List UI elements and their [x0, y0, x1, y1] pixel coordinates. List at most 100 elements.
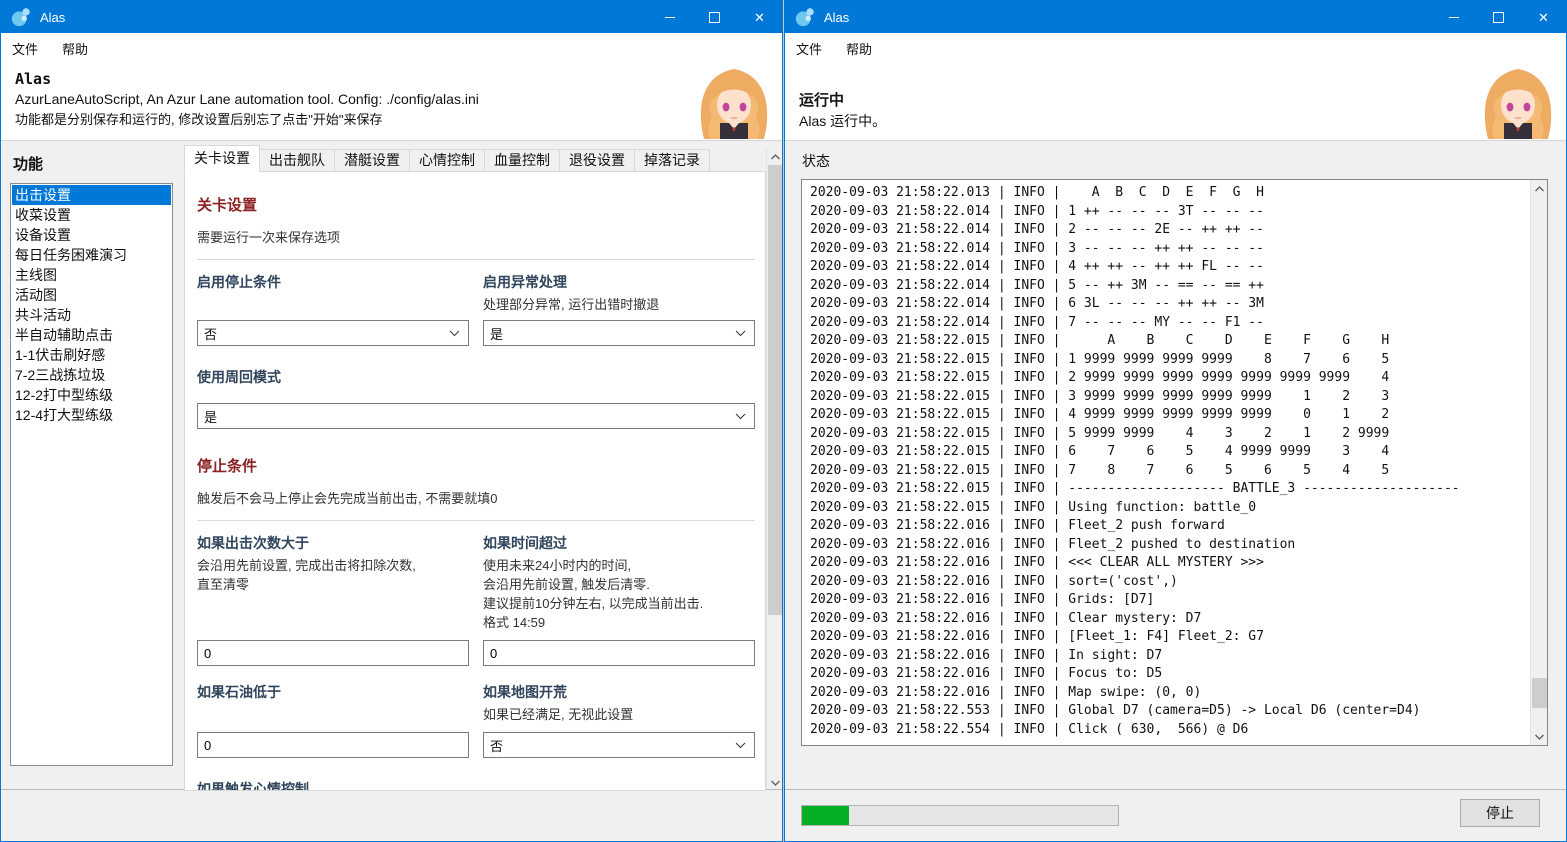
footer-bar: 关闭 开始	[1, 789, 782, 841]
avatar	[1480, 65, 1556, 139]
section-title: 关卡设置	[197, 197, 258, 214]
sidebar-item[interactable]: 共斗活动	[12, 305, 171, 325]
window-title: Alas	[824, 9, 850, 25]
titlebar[interactable]: Alas ✕	[785, 1, 1566, 33]
maximize-icon	[709, 11, 720, 23]
log-line: 2020-09-03 21:58:22.016 | INFO | sort=('…	[810, 573, 1178, 589]
field-enable-exception: 启用异常处理 处理部分异常, 运行出错时撤退 是	[483, 273, 755, 346]
scrollbar-thumb[interactable]	[768, 165, 782, 615]
if-oil-input[interactable]	[197, 732, 469, 758]
log-line: 2020-09-03 21:58:22.016 | INFO | Fleet_2…	[810, 536, 1296, 552]
field-if-oil: 如果石油低于	[197, 683, 469, 758]
stop-button[interactable]: 停止	[1460, 799, 1540, 827]
form-row: 启用停止条件 否 启用异常处理 处理部分异常, 运行出错时撤退 是	[197, 273, 755, 346]
tab[interactable]: 心情控制	[409, 149, 485, 172]
app-note: 功能都是分别保存和运行的, 修改设置后别忘了点击"开始"来保存	[15, 112, 383, 127]
sidebar-item[interactable]: 1-1伏击刷好感	[12, 345, 171, 365]
field-desc: 处理部分异常, 运行出错时撤退	[483, 297, 660, 312]
minimize-icon	[664, 16, 675, 18]
log-line: 2020-09-03 21:58:22.016 | INFO | Map swi…	[810, 684, 1202, 700]
sidebar-item[interactable]: 主线图	[12, 265, 171, 285]
selected-value: 否	[204, 326, 218, 342]
log-line: 2020-09-03 21:58:22.016 | INFO | Clear m…	[810, 610, 1202, 626]
field-label: 如果石油低于	[197, 684, 281, 700]
tab[interactable]: 退役设置	[559, 149, 635, 172]
field-if-mood: 如果触发心情控制 若是, 等待回复, 完成本次, 停止	[197, 780, 755, 790]
menu-help[interactable]: 帮助	[62, 39, 88, 58]
log-line: 2020-09-03 21:58:22.015 | INFO | 4 9999 …	[810, 407, 1390, 422]
enable-stop-select[interactable]: 否	[197, 320, 469, 346]
form-row: 如果石油低于 如果地图开荒 如果已经满足, 无视此设置 否	[197, 683, 755, 758]
field-label: 如果出击次数大于	[197, 535, 309, 551]
log-line: 2020-09-03 21:58:22.015 | INFO | 2 9999 …	[810, 370, 1390, 385]
desktop: Alas ✕ 文件 帮助 Alas AzurLaneAutoScript, An…	[0, 0, 1567, 842]
settings-scrollbar[interactable]	[766, 148, 782, 791]
sidebar-item[interactable]: 出击设置	[12, 185, 171, 205]
app-header: Alas AzurLaneAutoScript, An Azur Lane au…	[1, 63, 782, 141]
field-desc: 会沿用先前设置, 完成出击将扣除次数, 直至清零	[197, 558, 416, 592]
close-button[interactable]: ✕	[737, 1, 782, 33]
selected-value: 是	[490, 326, 504, 342]
sidebar-item[interactable]: 收菜设置	[12, 205, 171, 225]
if-count-input[interactable]	[197, 640, 469, 666]
log-line: 2020-09-03 21:58:22.016 | INFO | Grids: …	[810, 592, 1155, 607]
log-lines: 2020-09-03 21:58:22.013 | INFO | A B C D…	[810, 184, 1529, 745]
menu-file[interactable]: 文件	[796, 39, 822, 58]
field-label: 启用异常处理	[483, 274, 567, 290]
if-map-select[interactable]: 否	[483, 732, 755, 758]
section-title: 停止条件	[197, 458, 258, 475]
close-button[interactable]: ✕	[1521, 1, 1566, 33]
minimize-button[interactable]	[1431, 1, 1476, 33]
log-line: 2020-09-03 21:58:22.016 | INFO | [Fleet_…	[810, 629, 1264, 644]
tab[interactable]: 掉落记录	[634, 149, 710, 172]
progress-bar	[801, 805, 1119, 826]
field-label: 如果时间超过	[483, 535, 567, 551]
field-if-count: 如果出击次数大于 会沿用先前设置, 完成出击将扣除次数, 直至清零	[197, 534, 469, 666]
scroll-up-icon[interactable]	[1531, 180, 1547, 197]
log-line: 2020-09-03 21:58:22.015 | INFO | A B C D…	[810, 333, 1390, 348]
log-line: 2020-09-03 21:58:22.014 | INFO | 6 3L --…	[810, 296, 1264, 311]
menu-help[interactable]: 帮助	[846, 39, 872, 58]
chevron-down-icon	[735, 742, 746, 749]
field-loop-mode: 使用周回模式 是	[197, 368, 755, 429]
close-icon: ✕	[1538, 9, 1549, 25]
if-time-input[interactable]	[483, 640, 755, 666]
selected-value: 是	[204, 409, 218, 425]
scroll-down-icon[interactable]	[1531, 728, 1547, 745]
menu-file[interactable]: 文件	[12, 39, 38, 58]
log-line: 2020-09-03 21:58:22.015 | INFO | 6 7 6 5…	[810, 444, 1390, 459]
log-line: 2020-09-03 21:58:22.016 | INFO | <<< CLE…	[810, 555, 1264, 570]
log-line: 2020-09-03 21:58:22.015 | INFO | -------…	[810, 481, 1460, 496]
window-title: Alas	[40, 9, 66, 25]
tab[interactable]: 潜艇设置	[334, 149, 410, 172]
log-line: 2020-09-03 21:58:22.015 | INFO | 7 8 7 6…	[810, 462, 1390, 478]
form-row: 如果出击次数大于 会沿用先前设置, 完成出击将扣除次数, 直至清零 如果时间超过…	[197, 534, 755, 666]
tab[interactable]: 关卡设置	[184, 145, 260, 172]
titlebar[interactable]: Alas ✕	[1, 1, 782, 33]
sidebar-item[interactable]: 12-4打大型练级	[12, 405, 171, 425]
sidebar-item[interactable]: 半自动辅助点击	[12, 325, 171, 345]
tab[interactable]: 出击舰队	[259, 149, 335, 172]
minimize-button[interactable]	[647, 1, 692, 33]
tabbar: 关卡设置 出击舰队 潜艇设置 心情控制 血量控制 退役设置 掉落记录	[184, 145, 710, 172]
run-status-subtitle: Alas 运行中。	[799, 113, 887, 129]
log-scrollbar[interactable]	[1530, 180, 1547, 745]
sidebar-item[interactable]: 活动图	[12, 285, 171, 305]
log-line: 2020-09-03 21:58:22.013 | INFO | A B C D…	[810, 185, 1264, 200]
app-subtitle: AzurLaneAutoScript, An Azur Lane automat…	[15, 91, 479, 107]
sidebar-item[interactable]: 每日任务困难演习	[12, 245, 171, 265]
scrollbar-thumb[interactable]	[1532, 678, 1547, 708]
maximize-button[interactable]	[1476, 1, 1521, 33]
app-title: Alas	[15, 70, 52, 88]
enable-exception-select[interactable]: 是	[483, 320, 755, 346]
sidebar-item[interactable]: 12-2打中型练级	[12, 385, 171, 405]
sidebar-item[interactable]: 设备设置	[12, 225, 171, 245]
sidebar-item[interactable]: 7-2三战拣垃圾	[12, 365, 171, 385]
chevron-down-icon	[735, 413, 746, 420]
loop-mode-select[interactable]: 是	[197, 403, 755, 429]
scroll-up-icon[interactable]	[767, 148, 782, 165]
maximize-icon	[1493, 11, 1504, 23]
maximize-button[interactable]	[692, 1, 737, 33]
status-heading: 状态	[802, 153, 830, 169]
tab[interactable]: 血量控制	[484, 149, 560, 172]
